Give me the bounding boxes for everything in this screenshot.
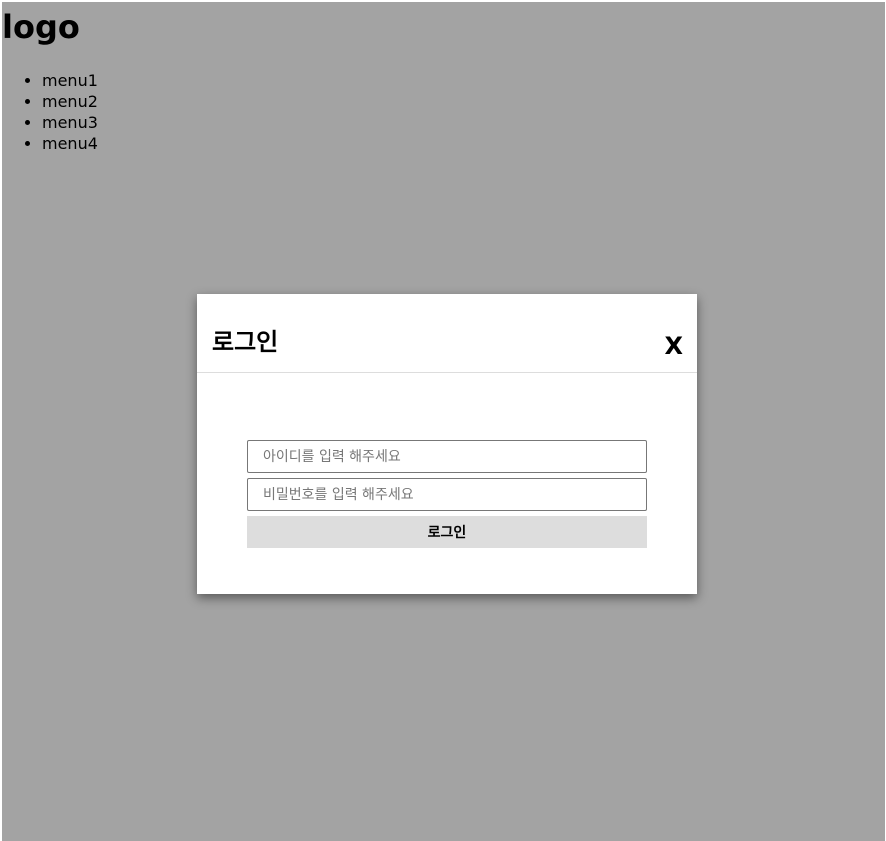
id-input[interactable] xyxy=(247,440,647,473)
login-button[interactable]: 로그인 xyxy=(247,516,647,548)
login-modal: 로그인 X 로그인 xyxy=(197,294,697,594)
close-button[interactable]: X xyxy=(664,332,683,360)
login-form: 로그인 xyxy=(247,440,647,548)
modal-header: 로그인 X xyxy=(197,294,697,373)
password-input[interactable] xyxy=(247,478,647,511)
modal-title: 로그인 xyxy=(212,328,279,356)
